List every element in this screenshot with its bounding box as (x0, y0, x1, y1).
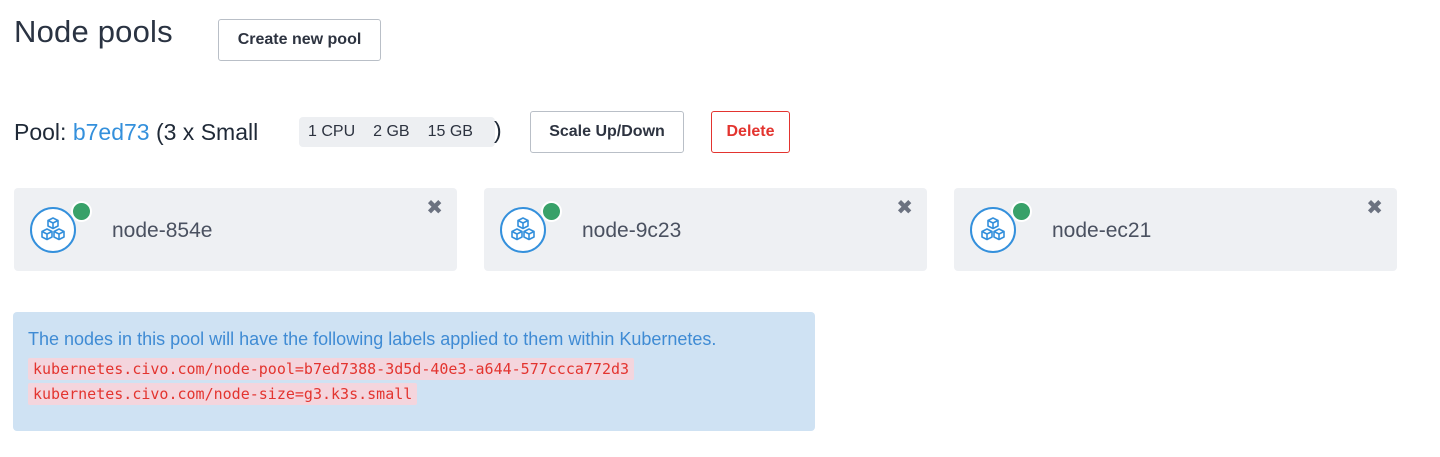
pool-heading: Pool: b7ed73 (3 x Small (14, 111, 258, 153)
node-name: node-ec21 (1052, 219, 1152, 242)
labels-info-box: The nodes in this pool will have the fol… (13, 312, 815, 431)
cubes-icon (30, 207, 76, 253)
pool-size: (3 x Small (155, 118, 259, 145)
node-name: node-9c23 (582, 219, 682, 242)
spec-cpu: 1 CPU (308, 123, 356, 140)
node-name: node-854e (112, 219, 213, 242)
node-card: node-854e ✖ (14, 188, 457, 271)
cubes-icon (970, 207, 1016, 253)
delete-pool-button[interactable]: Delete (711, 111, 790, 153)
page-header: Node pools (14, 14, 173, 50)
label-code: kubernetes.civo.com/node-pool=b7ed7388-3… (28, 358, 635, 380)
node-card: node-ec21 ✖ (954, 188, 1397, 271)
status-indicator (541, 201, 562, 222)
scale-button[interactable]: Scale Up/Down (530, 111, 684, 153)
close-icon[interactable]: ✖ (1366, 198, 1383, 218)
status-indicator (71, 201, 92, 222)
page-title: Node pools (14, 14, 173, 49)
close-icon[interactable]: ✖ (426, 198, 443, 218)
spec-disk: 15 GB (427, 123, 473, 140)
label-code: kubernetes.civo.com/node-size=g3.k3s.sma… (28, 383, 418, 405)
status-indicator (1011, 201, 1032, 222)
node-card: node-9c23 ✖ (484, 188, 927, 271)
labels-intro-text: The nodes in this pool will have the fol… (28, 329, 717, 349)
pool-size-close: ) (494, 117, 502, 143)
pool-id-link[interactable]: b7ed73 (73, 119, 150, 145)
pool-spec-chip: 1 CPU 2 GB 15 GB (299, 117, 495, 147)
close-icon[interactable]: ✖ (896, 198, 913, 218)
cubes-icon (500, 207, 546, 253)
pool-prefix: Pool: (14, 118, 67, 145)
create-pool-button[interactable]: Create new pool (218, 19, 381, 61)
spec-ram: 2 GB (373, 123, 410, 140)
